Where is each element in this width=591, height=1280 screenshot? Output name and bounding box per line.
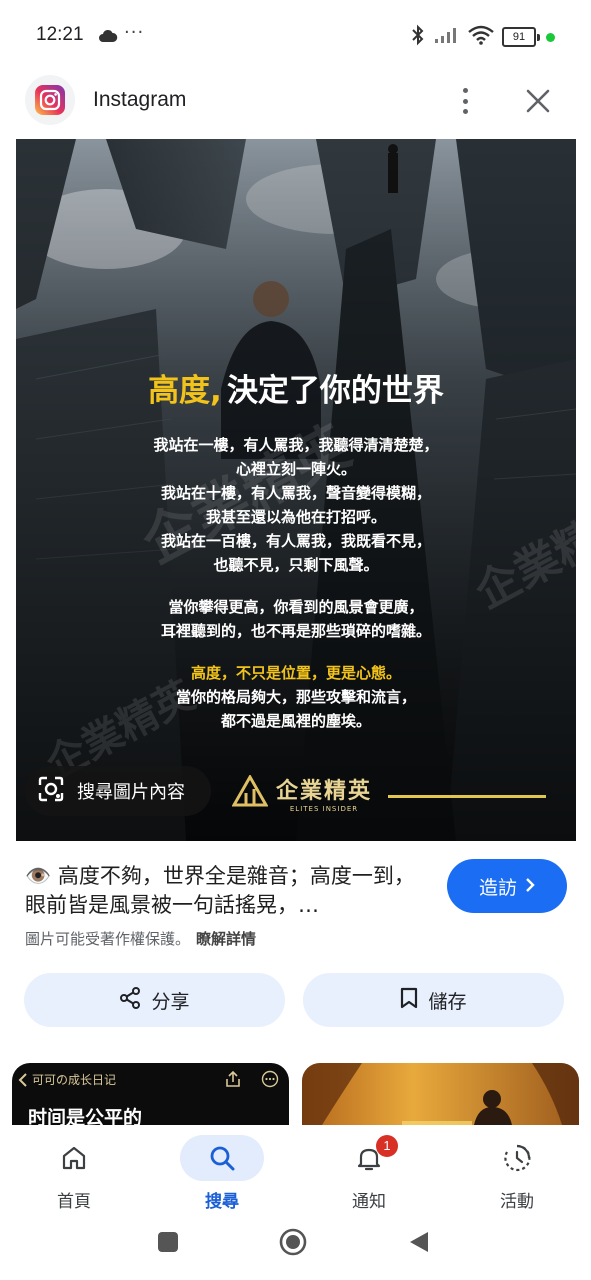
recents-button[interactable] [158,1232,178,1252]
upload-icon [226,1070,240,1087]
visit-button[interactable]: 造訪 [447,859,567,913]
signal-icon [434,26,460,48]
headline-text: 決定了你的世界 [226,373,444,409]
app-title: Instagram [93,88,187,111]
status-bar: 12:21 ··· 91 [0,0,591,72]
nav-notifications-label: 通知 [352,1192,386,1212]
poem-line: 我站在一樓，有人罵我，我聽得清清楚楚， [153,436,439,454]
bell-icon [327,1135,411,1181]
poem-line: 我甚至還以為他在打招呼。 [205,508,386,526]
close-icon[interactable] [524,87,552,115]
home-button[interactable] [279,1228,307,1256]
activity-icon [475,1135,559,1181]
save-label: 儲存 [428,990,467,1013]
search-image-content-button[interactable]: 搜尋圖片內容 [25,766,211,816]
bottom-navigation: 首頁 搜尋 1 通知 活動 [0,1125,591,1221]
search-icon [180,1135,264,1181]
image-headline: 高度, 決定了你的世界 [16,365,576,410]
poem-line: 也聽不見，只剩下風聲。 [213,556,379,574]
bookmark-icon [400,987,418,1014]
lens-label: 搜尋圖片內容 [77,782,185,803]
more-options-icon[interactable] [454,86,476,116]
image-poem: 我站在一樓，有人罵我，我聽得清清楚楚， 心裡立刻一陣火。 我站在十樓，有人罵我，… [16,433,576,733]
related-card-icons [225,1070,279,1088]
chevron-right-icon [525,875,535,897]
brand-underline [388,795,546,798]
copyright-text: 圖片可能受著作權保護。 [25,930,191,948]
nav-activity-label: 活動 [500,1192,534,1212]
share-button[interactable]: 分享 [24,973,285,1027]
visit-label: 造訪 [478,876,517,899]
related-image-artwork [302,1063,579,1125]
brand-emblem-icon [232,775,268,807]
app-header: Instagram [0,72,591,138]
poem-line: 耳裡聽到的，也不再是那些瑣碎的嗜雜。 [160,622,431,640]
related-image-card[interactable] [302,1063,579,1125]
related-card-source: 可可の成长日记 [32,1073,117,1087]
result-image[interactable]: 企業精英 企業精英 企業精英 高度, 決定了你的世界 我站在一樓，有人罵我，我聽… [16,139,576,841]
share-icon [119,986,141,1014]
battery-level: 91 [502,27,536,47]
poem-line: 我站在一百樓，有人罵我，我既看不見， [160,532,431,550]
nav-search[interactable]: 搜尋 [172,1125,272,1221]
poem-line: 都不過是風裡的塵埃。 [220,712,371,730]
notification-badge: 1 [376,1135,398,1157]
result-description[interactable]: 👁️ 高度不夠，世界全是雜音；高度一到，眼前皆是風景被一句話搖晃，… [25,862,425,920]
related-image-card[interactable]: 可可の成长日记 时间是公平的 [12,1063,289,1125]
nav-notifications[interactable]: 1 通知 [319,1125,419,1221]
nav-activity[interactable]: 活動 [467,1125,567,1221]
cloud-icon [98,28,118,47]
poem-line: 當你攀得更高，你看到的風景會更廣， [168,598,424,616]
nav-search-label: 搜尋 [205,1192,239,1212]
status-overflow: ··· [124,22,145,43]
bluetooth-icon [410,24,426,50]
brand-name: 企業精英 [276,779,373,804]
more-circle-icon [261,1070,279,1088]
poem-line: 心裡立刻一陣火。 [235,460,356,478]
headline-highlight: 高度, [148,373,222,409]
instagram-logo-icon [25,75,75,125]
brand-subtitle: ELITES INSIDER [289,805,359,813]
chevron-left-icon [18,1072,27,1087]
save-button[interactable]: 儲存 [303,973,564,1027]
poem-line: 我站在十樓，有人罵我，聲音變得模糊， [160,484,431,502]
nav-home[interactable]: 首頁 [24,1125,124,1221]
lens-icon [37,775,65,807]
status-time: 12:21 [36,24,84,45]
poem-line: 高度，不只是位置，更是心態。 [190,664,401,682]
system-navigation-bar [0,1221,591,1280]
nav-home-label: 首頁 [57,1192,91,1212]
learn-more-link[interactable]: 瞭解詳情 [196,930,256,948]
home-icon [32,1135,116,1181]
privacy-indicator-dot [546,32,555,42]
related-card-header: 可可の成长日记 [18,1071,116,1088]
poem-line: 當你的格局夠大，那些攻擊和流言， [175,688,416,706]
wifi-icon [468,25,494,49]
share-label: 分享 [151,990,190,1013]
battery-icon: 91 [502,27,555,47]
brand-logo: 企業精英 ELITES INSIDER [232,773,372,813]
related-card-title: 时间是公平的 [28,1107,143,1125]
copyright-notice: 圖片可能受著作權保護。 瞭解詳情 [25,928,256,949]
back-button[interactable] [408,1230,430,1258]
